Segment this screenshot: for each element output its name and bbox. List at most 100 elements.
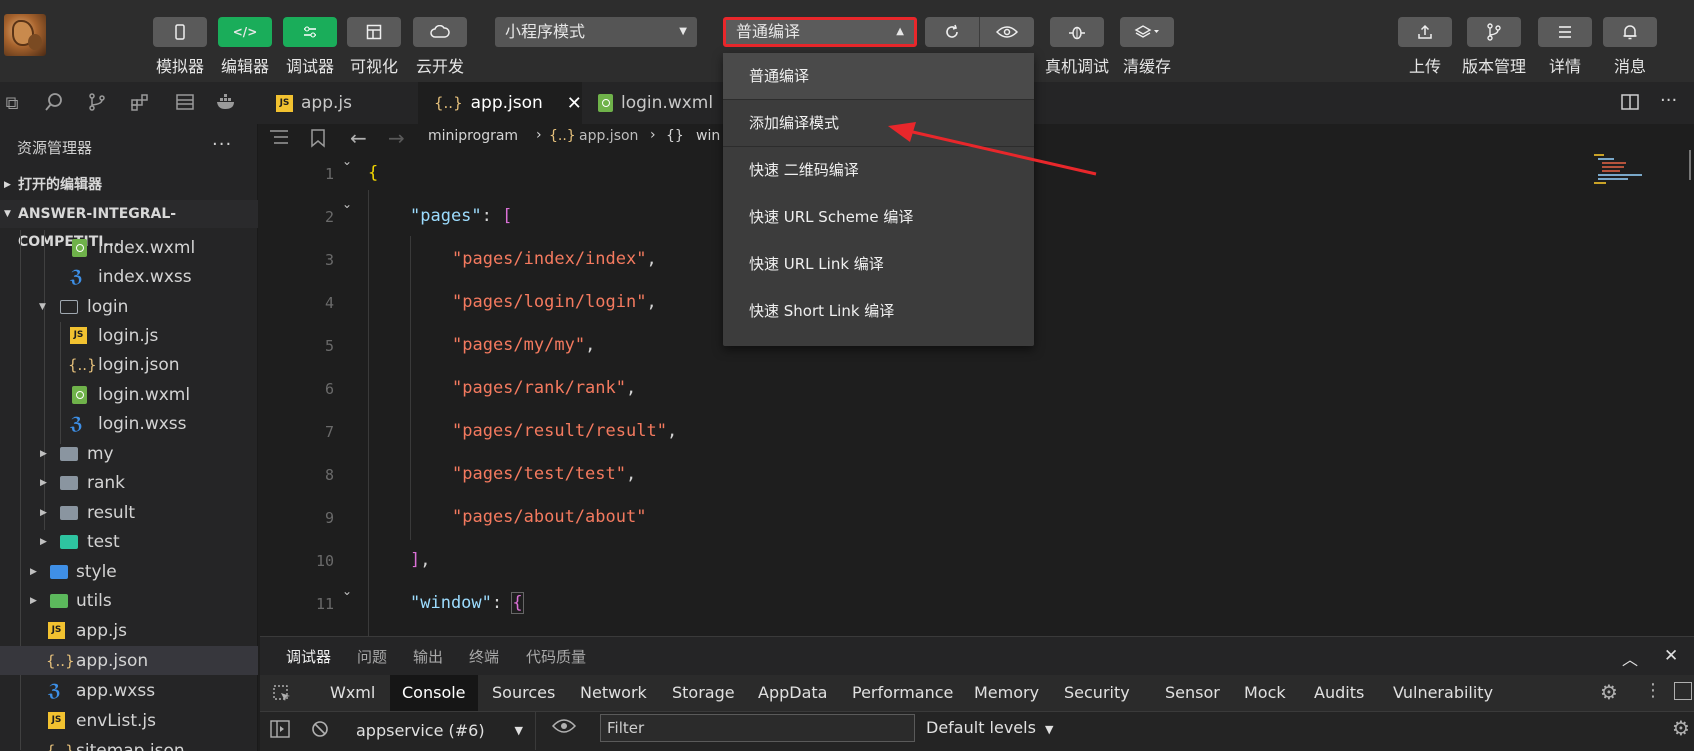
- tree-item-rank-folder[interactable]: ▶ rank: [0, 468, 258, 497]
- tab-code-quality[interactable]: 代码质量: [526, 646, 586, 667]
- upload-button[interactable]: [1398, 17, 1452, 47]
- more-actions-icon[interactable]: ···: [1660, 90, 1677, 111]
- storage-icon[interactable]: [173, 92, 197, 116]
- devtools-tab-audits[interactable]: Audits: [1302, 675, 1376, 711]
- editor-button[interactable]: </>: [218, 17, 272, 47]
- tree-item-app-js[interactable]: JS app.js: [0, 616, 258, 645]
- back-arrow-icon[interactable]: ←: [350, 126, 367, 150]
- close-icon[interactable]: ✕: [1664, 646, 1678, 666]
- split-editor-icon[interactable]: [1620, 92, 1640, 112]
- line-number: 11: [315, 595, 334, 613]
- menu-item-short-link-compile[interactable]: 快速 Short Link 编译: [723, 288, 1034, 334]
- version-control-button[interactable]: [1467, 17, 1521, 47]
- visual-button[interactable]: [347, 17, 401, 47]
- tab-output[interactable]: 输出: [413, 646, 443, 667]
- tab-debugger[interactable]: 调试器: [286, 646, 332, 677]
- compile-mode-select[interactable]: 普通编译 ▲: [723, 17, 917, 47]
- fold-chevron-icon[interactable]: ⌄: [342, 584, 352, 598]
- messages-button[interactable]: [1603, 17, 1657, 47]
- open-editors-section[interactable]: ▶ 打开的编辑器: [0, 171, 258, 199]
- tree-item-login-folder[interactable]: ▼ login: [0, 292, 258, 321]
- debugger-button[interactable]: [283, 17, 337, 47]
- devtools-tab-console[interactable]: Console: [390, 675, 478, 711]
- tree-item-my-folder[interactable]: ▶ my: [0, 439, 258, 468]
- minimap[interactable]: [1590, 152, 1650, 188]
- sidebar-toggle-icon[interactable]: [270, 720, 290, 742]
- kebab-menu-icon[interactable]: ⋮: [1644, 680, 1662, 701]
- devtools-tab-storage[interactable]: Storage: [660, 675, 747, 711]
- line-number: 1: [324, 165, 334, 183]
- explorer-icon[interactable]: ⧉: [0, 92, 24, 116]
- close-icon[interactable]: ✕: [567, 93, 582, 114]
- gear-icon[interactable]: ⚙: [1600, 680, 1618, 704]
- avatar[interactable]: [4, 14, 46, 56]
- menu-item-url-scheme-compile[interactable]: 快速 URL Scheme 编译: [723, 194, 1034, 240]
- devtools-tab-sources[interactable]: Sources: [480, 675, 567, 711]
- simulator-button[interactable]: [153, 17, 207, 47]
- tree-item-envlist-js[interactable]: JS envList.js: [0, 706, 258, 735]
- console-filter-input[interactable]: Filter: [600, 714, 915, 742]
- devtools-tab-mock[interactable]: Mock: [1232, 675, 1298, 711]
- devtools-tab-performance[interactable]: Performance: [840, 675, 965, 711]
- log-levels-select[interactable]: Default levels ▼: [926, 718, 1054, 737]
- menu-item-url-link-compile[interactable]: 快速 URL Link 编译: [723, 241, 1034, 287]
- tree-item-login-js[interactable]: JS login.js: [0, 321, 258, 350]
- devtools-tab-wxml[interactable]: Wxml: [318, 675, 387, 711]
- breadcrumb-folder[interactable]: miniprogram: [428, 128, 518, 144]
- clear-cache-label: 清缓存: [1122, 57, 1171, 76]
- devtools-tab-network[interactable]: Network: [568, 675, 659, 711]
- tree-item-login-wxml[interactable]: login.wxml: [0, 380, 258, 409]
- real-device-debug-button[interactable]: [1050, 17, 1104, 47]
- project-section[interactable]: ▼ ANSWER-INTEGRAL-COMPETITI...: [0, 200, 258, 250]
- eye-icon[interactable]: [551, 718, 577, 738]
- cloud-dev-button[interactable]: [413, 17, 467, 47]
- console-settings-gear-icon[interactable]: ⚙: [1672, 716, 1690, 740]
- explorer-more-button[interactable]: ···: [212, 134, 232, 155]
- devtools-tab-vulnerability[interactable]: Vulnerability: [1381, 675, 1505, 711]
- docker-icon[interactable]: [215, 92, 239, 116]
- inspect-element-icon[interactable]: [272, 684, 292, 708]
- devtools-tab-security[interactable]: Security: [1052, 675, 1142, 711]
- tab-login-wxml[interactable]: login.wxml: [582, 82, 732, 124]
- refresh-button[interactable]: [925, 17, 979, 47]
- dock-icon[interactable]: [1674, 682, 1692, 700]
- tree-item-login-wxss[interactable]: ℨ login.wxss: [0, 409, 258, 438]
- context-select[interactable]: appservice (#6) ▼: [346, 712, 536, 750]
- outline-icon[interactable]: [268, 128, 290, 150]
- clear-cache-button[interactable]: [1120, 17, 1174, 47]
- tree-item-utils-folder[interactable]: ▶ utils: [0, 586, 258, 615]
- fold-chevron-icon[interactable]: ⌄: [342, 154, 352, 168]
- extensions-icon[interactable]: [128, 92, 152, 116]
- breadcrumb-symbol[interactable]: win: [696, 128, 720, 144]
- tree-item-result-folder[interactable]: ▶ result: [0, 498, 258, 527]
- tree-item-style-folder[interactable]: ▶ style: [0, 557, 258, 586]
- mode-select[interactable]: 小程序模式 ▼: [495, 17, 697, 47]
- bookmark-icon[interactable]: [310, 128, 326, 152]
- menu-item-normal-compile[interactable]: 普通编译: [723, 53, 1034, 99]
- search-icon[interactable]: [42, 92, 66, 116]
- tab-app-js[interactable]: JS app.js: [260, 82, 418, 124]
- forward-arrow-icon[interactable]: →: [388, 126, 405, 150]
- tab-app-json[interactable]: {..} app.json ✕: [418, 82, 582, 124]
- tree-item-index-wxss[interactable]: ℨ index.wxss: [0, 262, 258, 291]
- scrollbar-thumb[interactable]: [1689, 150, 1691, 180]
- details-button[interactable]: [1538, 17, 1592, 47]
- tree-item-sitemap-json[interactable]: {..} sitemap.json: [0, 736, 258, 751]
- fold-chevron-icon[interactable]: ⌄: [342, 197, 352, 211]
- preview-button[interactable]: [980, 17, 1034, 47]
- source-control-icon[interactable]: [85, 92, 109, 116]
- tree-item-test-folder[interactable]: ▶ test: [0, 527, 258, 556]
- tab-problems[interactable]: 问题: [357, 646, 387, 667]
- devtools-tab-sensor[interactable]: Sensor: [1153, 675, 1232, 711]
- tab-terminal[interactable]: 终端: [469, 646, 499, 667]
- tree-item-label: my: [87, 443, 114, 464]
- tree-item-login-json[interactable]: {..} login.json: [0, 350, 258, 379]
- devtools-tab-appdata[interactable]: AppData: [746, 675, 839, 711]
- tree-item-app-wxss[interactable]: ℨ app.wxss: [0, 676, 258, 705]
- devtools-tab-memory[interactable]: Memory: [962, 675, 1051, 711]
- clear-console-icon[interactable]: [310, 719, 330, 743]
- chevron-up-icon[interactable]: ︿: [1622, 646, 1638, 670]
- tree-item-index-wxml[interactable]: index.wxml: [0, 233, 258, 262]
- breadcrumb-file[interactable]: app.json: [579, 128, 638, 144]
- tree-item-app-json[interactable]: {..} app.json: [0, 646, 258, 675]
